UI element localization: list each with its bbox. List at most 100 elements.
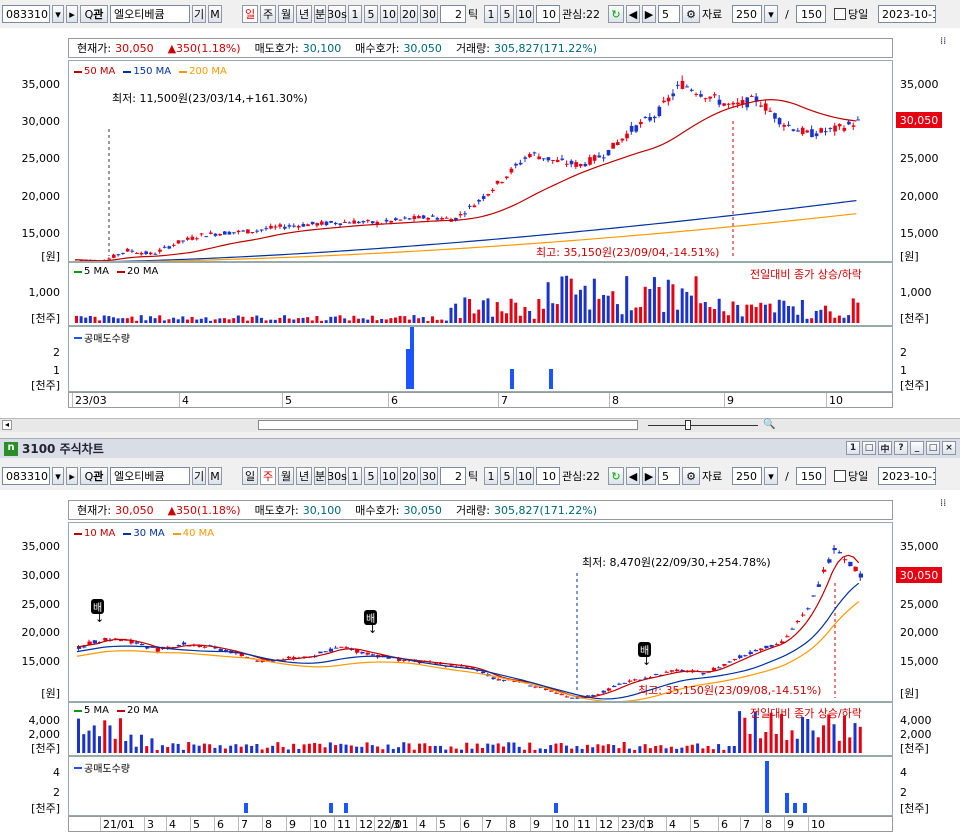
b-page-count-input[interactable]: 150 (796, 467, 826, 485)
b-tick-1-button[interactable]: 1 (484, 467, 498, 485)
play-button[interactable]: ▸ (66, 5, 78, 23)
minimize-button[interactable]: _ (910, 441, 924, 455)
help-button[interactable]: ? (894, 441, 908, 455)
zoom-icon[interactable]: 🔍 (763, 419, 775, 430)
close-button[interactable]: × (942, 441, 956, 455)
volume-value: 305,827(171.22%) (494, 41, 598, 55)
tick-5-button[interactable]: 5 (500, 5, 514, 23)
b-stock-name-field[interactable]: 엘오티베큠 (110, 467, 190, 485)
tick-1-button[interactable]: 1 (484, 5, 498, 23)
zoom-slider-handle[interactable] (685, 420, 691, 430)
tick-10-button[interactable]: 10 (516, 5, 534, 23)
candle-body (518, 162, 523, 165)
zoom-slider-track[interactable] (648, 425, 758, 426)
stock-code-input[interactable]: 083310 (2, 5, 50, 23)
maximize-button[interactable]: □ (926, 441, 940, 455)
candle-body (357, 221, 361, 224)
interval-30-button[interactable]: 30 (420, 5, 438, 23)
m-button[interactable]: M (208, 5, 222, 23)
b-prev-icon[interactable]: ◀ (626, 467, 640, 485)
volume-bar (475, 743, 479, 753)
volume-bar (785, 739, 789, 753)
b-code-dropdown-button[interactable]: ▾ (52, 467, 64, 485)
b-today-checkbox[interactable] (834, 470, 846, 482)
period-minute-button[interactable]: 분 (314, 5, 326, 23)
interval-1-button[interactable]: 1 (348, 5, 362, 23)
x-tick-label: 4 (169, 818, 176, 831)
candle-body (606, 688, 612, 691)
interest-number-input[interactable]: 5 (658, 5, 680, 23)
volume-bar (292, 319, 296, 323)
interval-10-button[interactable]: 10 (380, 5, 398, 23)
b-bid-label: 매수호가: (355, 504, 400, 517)
b-date-field[interactable]: 2023-10-1 (878, 467, 936, 485)
period-month-button[interactable]: 월 (278, 5, 294, 23)
b-data-count-dropdown-icon[interactable]: ▾ (764, 467, 778, 485)
b-refresh-icon[interactable]: ↻ (608, 467, 624, 485)
b-period-day-button[interactable]: 일 (242, 467, 258, 485)
window-btn-3[interactable]: 中 (878, 441, 892, 455)
data-count-select[interactable]: 250 (732, 5, 762, 23)
b-seconds-button[interactable]: 30s (327, 467, 347, 485)
next-icon[interactable]: ▶ (642, 5, 656, 23)
b-panel-menu-icon[interactable]: ⁞⁞ (940, 498, 946, 509)
b-data-count-select[interactable]: 250 (732, 467, 762, 485)
search-icon[interactable]: Q관 (80, 5, 108, 23)
window-btn-2[interactable]: □ (862, 441, 876, 455)
code-dropdown-button[interactable]: ▾ (52, 5, 64, 23)
tick-input[interactable]: 2 (440, 5, 466, 23)
b-interval-30-button[interactable]: 30 (420, 467, 438, 485)
b-period-week-button[interactable]: 주 (260, 467, 276, 485)
data-count-dropdown-icon[interactable]: ▾ (764, 5, 778, 23)
period-day-button[interactable]: 일 (242, 5, 258, 23)
b-tick-10-button[interactable]: 10 (516, 467, 534, 485)
b-tick-5-button[interactable]: 5 (500, 467, 514, 485)
b-period-minute-button[interactable]: 분 (314, 467, 326, 485)
candle-body (832, 547, 837, 551)
volume-bar (370, 315, 374, 323)
b-interest-number-input[interactable]: 5 (658, 467, 680, 485)
window-btn-1[interactable]: 1 (846, 441, 860, 455)
b-interval-10-button[interactable]: 10 (380, 467, 398, 485)
b-next-icon[interactable]: ▶ (642, 467, 656, 485)
top-ma-legend: 50 MA 150 MA 200 MA (74, 66, 227, 77)
b-period-year-button[interactable]: 년 (296, 467, 312, 485)
volume-bar (260, 749, 264, 753)
b-play-button[interactable]: ▸ (66, 467, 78, 485)
x-tick-divider (762, 817, 763, 831)
b-gear-icon[interactable]: ⚙ (682, 467, 700, 485)
gi-button[interactable]: 기 (192, 5, 206, 23)
b-tick-count-input[interactable]: 10 (536, 467, 560, 485)
period-week-button[interactable]: 주 (260, 5, 276, 23)
scroll-left-icon[interactable]: ◂ (2, 420, 12, 430)
interval-20-button[interactable]: 20 (400, 5, 418, 23)
page-count-input[interactable]: 150 (796, 5, 826, 23)
candle-body (158, 249, 162, 252)
b-m-button[interactable]: M (208, 467, 222, 485)
seconds-button[interactable]: 30s (327, 5, 347, 23)
b-interval-5-button[interactable]: 5 (364, 467, 378, 485)
tick-count-input[interactable]: 10 (536, 5, 560, 23)
scroll-thumb[interactable] (258, 420, 638, 430)
today-checkbox[interactable] (834, 8, 846, 20)
b-interval-20-button[interactable]: 20 (400, 467, 418, 485)
volume-bar (218, 318, 222, 323)
panel-menu-icon[interactable]: ⁞⁞ (940, 36, 946, 47)
b-period-month-button[interactable]: 월 (278, 467, 294, 485)
stock-name-field[interactable]: 엘오티베큠 (110, 5, 190, 23)
period-year-button[interactable]: 년 (296, 5, 312, 23)
x-tick-divider (262, 817, 263, 831)
gear-icon[interactable]: ⚙ (682, 5, 700, 23)
candle-body (278, 224, 283, 227)
b-search-icon[interactable]: Q관 (80, 467, 108, 485)
b-tick-input[interactable]: 2 (440, 467, 466, 485)
candle-body (627, 680, 633, 682)
prev-icon[interactable]: ◀ (626, 5, 640, 23)
b-interval-1-button[interactable]: 1 (348, 467, 362, 485)
b-gi-button[interactable]: 기 (192, 467, 206, 485)
b-stock-code-input[interactable]: 083310 (2, 467, 50, 485)
date-field[interactable]: 2023-10-1 (878, 5, 936, 23)
interval-5-button[interactable]: 5 (364, 5, 378, 23)
refresh-icon[interactable]: ↻ (608, 5, 624, 23)
chart-scrollbar[interactable]: ◂ 🔍 (0, 418, 960, 432)
